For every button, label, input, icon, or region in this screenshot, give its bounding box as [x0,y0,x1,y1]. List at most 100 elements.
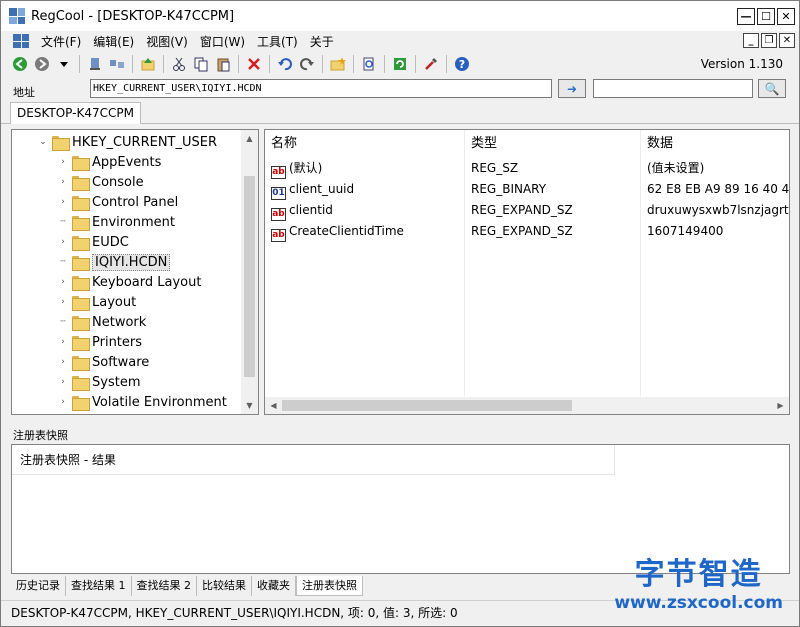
expand-icon[interactable]: › [58,157,68,167]
minimize-button[interactable]: — [737,8,755,25]
tree-item[interactable]: › Software [58,352,149,372]
tree-item[interactable]: ┄ IQIYI.HCDN [58,252,171,272]
expand-icon[interactable]: › [58,297,68,307]
tree-item-label: EUDC [92,234,129,250]
regcool-app-icon [9,8,25,24]
expand-icon[interactable]: › [58,397,68,407]
scroll-up-arrow-icon[interactable]: ▲ [241,130,258,147]
tree-item-label: Control Panel [92,194,179,210]
close-button[interactable]: ✕ [777,8,795,25]
cut-icon[interactable] [168,54,190,74]
undo-icon[interactable] [274,54,296,74]
menu-edit[interactable]: 编辑(E) [87,33,140,50]
folder-icon [72,395,90,411]
menu-window[interactable]: 窗口(W) [194,33,251,50]
paste-icon[interactable] [212,54,234,74]
snapshot-panel[interactable]: 注册表快照 - 结果 [11,444,790,574]
tab-find-results-2[interactable]: 查找结果 2 [132,576,197,596]
expand-icon[interactable]: › [58,337,68,347]
expand-icon[interactable]: › [58,177,68,187]
value-row[interactable]: ab (默认) REG_SZ (值未设置) [265,158,789,179]
folder-icon [72,235,90,251]
menu-file[interactable]: 文件(F) [35,33,87,50]
watermark-title: 字节智造 [634,557,763,592]
delete-icon[interactable] [243,54,265,74]
menu-about[interactable]: 关于 [304,33,340,50]
tree-scroll-thumb[interactable] [244,176,255,377]
tree-item[interactable]: ┄ Network [58,312,146,332]
list-horizontal-scrollbar[interactable]: ◀ ▶ [265,397,789,414]
expand-icon[interactable]: › [58,237,68,247]
mdi-close-button[interactable]: ✕ [779,33,795,48]
tree-item[interactable]: › AppEvents [58,152,161,172]
menu-view[interactable]: 视图(V) [140,33,194,50]
tree-item-label: System [92,374,141,390]
network-icon[interactable] [106,54,128,74]
tree-item[interactable]: › Console [58,172,144,192]
refresh-icon[interactable] [389,54,411,74]
forward-icon[interactable] [31,54,53,74]
tree-item[interactable]: › Keyboard Layout [58,272,201,292]
tree-line: ┄ [60,217,66,227]
tools-icon[interactable] [420,54,442,74]
scroll-left-arrow-icon[interactable]: ◀ [265,397,282,414]
value-row[interactable]: 01 client_uuid REG_BINARY 62 E8 EB A9 89 16… [265,179,789,200]
mdi-restore-button[interactable]: ❐ [761,33,777,48]
expand-icon[interactable]: › [58,277,68,287]
copy-icon[interactable] [190,54,212,74]
value-list[interactable]: 名称 类型 数据 ab (默认) REG_SZ (值未设置) 01 client_uuid… [264,129,790,415]
redo-icon[interactable] [296,54,318,74]
tree-item-label: Network [92,314,147,330]
tab-computer[interactable]: DESKTOP-K47CCPM [10,102,141,124]
search-input[interactable] [593,79,753,98]
maximize-button[interactable]: ☐ [757,8,775,25]
column-header-type[interactable]: 类型 [465,130,639,158]
tree-item[interactable]: › Control Panel [58,192,178,212]
new-folder-icon[interactable] [327,54,349,74]
menu-tools[interactable]: 工具(T) [251,33,304,50]
collapse-icon[interactable]: ⌄ [38,137,48,147]
scroll-down-arrow-icon[interactable]: ▼ [241,397,258,414]
address-input[interactable]: HKEY_CURRENT_USER\IQIYI.HCDN [90,79,552,98]
go-button[interactable]: ➜ [558,79,586,98]
connect-icon[interactable] [84,54,106,74]
history-dropdown-icon[interactable] [53,54,75,74]
string-value-icon: ab [271,208,286,221]
tree-item[interactable]: › System [58,372,140,392]
tree-item-label: AppEvents [92,154,162,170]
value-row[interactable]: ab CreateClientidTime REG_EXPAND_SZ 1607149… [265,221,789,242]
computer-tab-strip: DESKTOP-K47CCPM [1,102,799,124]
value-type: REG_EXPAND_SZ [471,224,573,238]
tree-item[interactable]: ┄ Environment [58,212,175,232]
mdi-minimize-button[interactable]: _ [743,33,759,48]
tree-item[interactable]: › Volatile Environment [58,392,227,412]
tree-item[interactable]: › EUDC [58,232,129,252]
back-icon[interactable] [9,54,31,74]
value-row[interactable]: ab clientid REG_EXPAND_SZ druxuwysxwb7lsnzj… [265,200,789,221]
expand-icon[interactable]: › [58,197,68,207]
tree-root-row[interactable]: ⌄ HKEY_CURRENT_USER [38,132,217,152]
tree-item[interactable]: › Printers [58,332,142,352]
mdi-child-icon[interactable] [13,34,29,48]
string-value-icon: ab [271,166,286,179]
tab-compare-results[interactable]: 比较结果 [197,576,252,596]
tab-history[interactable]: 历史记录 [11,576,66,596]
folder-icon [72,295,90,311]
find-icon[interactable] [358,54,380,74]
list-scroll-thumb[interactable] [282,400,572,411]
column-header-data[interactable]: 数据 [641,130,789,158]
tree-item[interactable]: › Layout [58,292,136,312]
tree-vertical-scrollbar[interactable]: ▲ ▼ [241,130,258,414]
column-header-name[interactable]: 名称 [265,130,463,158]
title-bar[interactable]: RegCool - [DESKTOP-K47CCPM] — ☐ ✕ [1,1,799,31]
search-button[interactable]: 🔍 [758,79,786,98]
tab-registry-snapshot[interactable]: 注册表快照 [296,576,363,596]
registry-tree[interactable]: ⌄ HKEY_CURRENT_USER › AppEvents › Console › C… [11,129,259,415]
go-up-icon[interactable] [137,54,159,74]
tab-find-results-1[interactable]: 查找结果 1 [66,576,132,596]
expand-icon[interactable]: › [58,377,68,387]
scroll-right-arrow-icon[interactable]: ▶ [772,397,789,414]
expand-icon[interactable]: › [58,357,68,367]
tab-favorites[interactable]: 收藏夹 [252,576,296,596]
help-icon[interactable]: ? [451,54,473,74]
